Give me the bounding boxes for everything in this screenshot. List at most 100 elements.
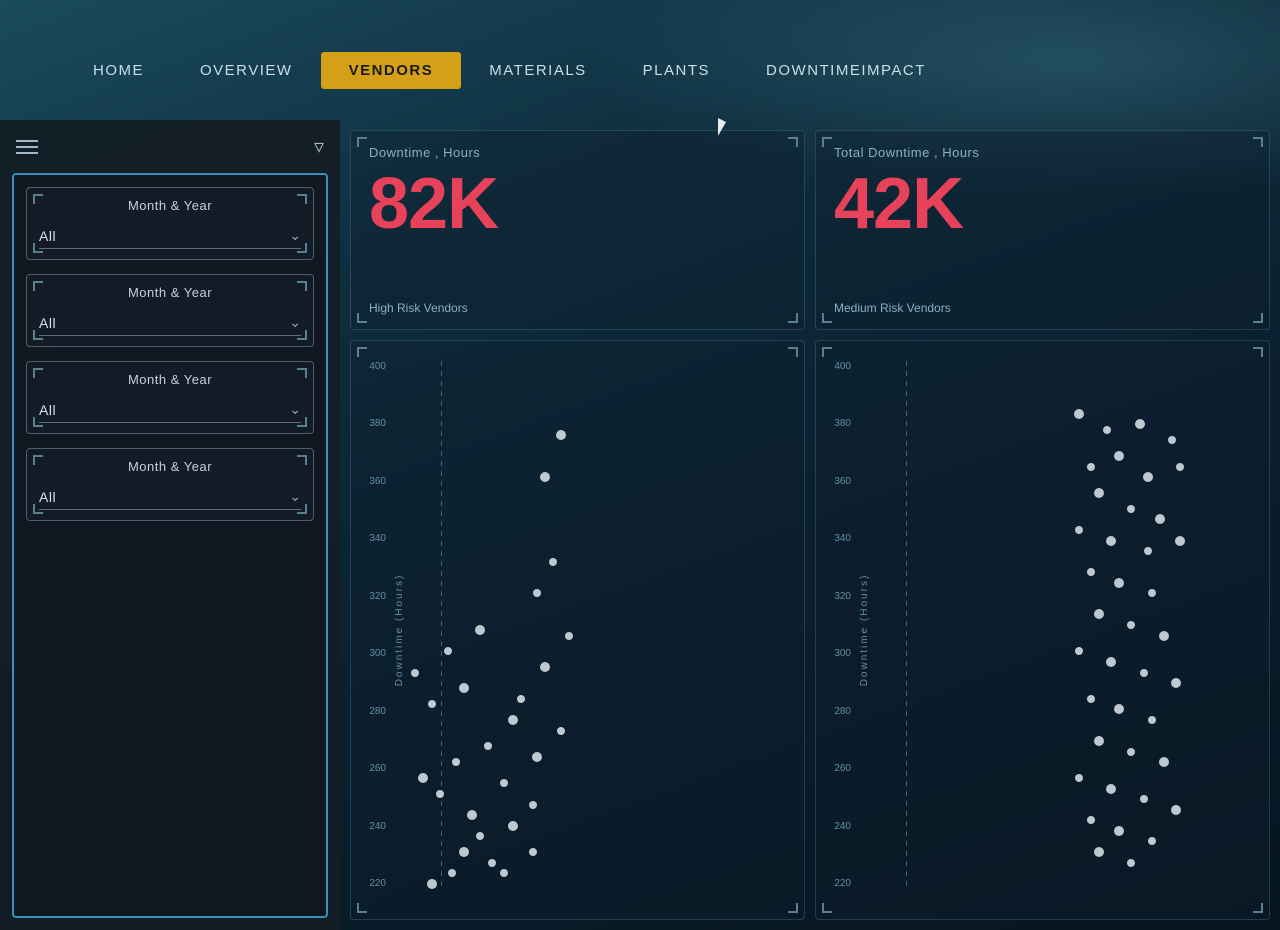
scatter-plot-area	[391, 361, 796, 889]
scatter-dot	[500, 869, 508, 877]
scatter-dot	[476, 832, 484, 840]
corner-decoration	[357, 137, 367, 147]
scatter-dot	[1159, 757, 1169, 767]
nav-vendors[interactable]: Vendors	[321, 52, 462, 89]
scatter-dot	[1148, 589, 1156, 597]
scatter-dot	[557, 727, 565, 735]
scatter-dot	[488, 859, 496, 867]
nav-overview[interactable]: Overview	[172, 52, 321, 89]
chevron-down-icon-3: ⌄	[289, 401, 301, 418]
scatter-dot	[1171, 678, 1181, 688]
scatter-dot	[418, 773, 428, 783]
filter-label-4: Month & Year	[39, 459, 301, 474]
filter-value-3: All	[39, 402, 56, 418]
hamburger-button[interactable]	[16, 140, 38, 154]
filter-label-1: Month & Year	[39, 198, 301, 213]
scatter-plot-area	[856, 361, 1261, 889]
stat-sublabel-2: Medium Risk Vendors	[834, 301, 951, 315]
filter-select-1[interactable]: All ⌄	[39, 223, 301, 249]
scatter-dot	[448, 869, 456, 877]
corner-decoration	[788, 903, 798, 913]
scatter-dot	[500, 779, 508, 787]
filter-panel: Month & Year All ⌄ Month & Year All ⌄ Mo…	[12, 173, 328, 918]
corner-decoration	[1253, 903, 1263, 913]
nav-plants[interactable]: Plants	[615, 52, 738, 89]
scatter-dot	[467, 810, 477, 820]
corner-decoration	[33, 243, 43, 253]
scatter-dot	[1106, 784, 1116, 794]
corner-decoration	[822, 313, 832, 323]
corner-decoration	[297, 194, 307, 204]
filter-box-2: Month & Year All ⌄	[26, 274, 314, 347]
nav-materials[interactable]: Materials	[461, 52, 614, 89]
nav-home[interactable]: Home	[65, 52, 172, 89]
corner-decoration	[1253, 137, 1263, 147]
corner-decoration	[297, 368, 307, 378]
scatter-dot	[517, 695, 525, 703]
scatter-dot	[1148, 837, 1156, 845]
scatter-dot	[508, 715, 518, 725]
scatter-dot	[459, 847, 469, 857]
scatter-dot	[532, 752, 542, 762]
filter-label-2: Month & Year	[39, 285, 301, 300]
filter-select-3[interactable]: All ⌄	[39, 397, 301, 423]
nav-downtime-impact[interactable]: DowntimeImpact	[738, 52, 954, 89]
scatter-dot	[428, 700, 436, 708]
scatter-dot	[1171, 805, 1181, 815]
scatter-dot	[1114, 578, 1124, 588]
filter-box-4: Month & Year All ⌄	[26, 448, 314, 521]
filter-select-2[interactable]: All ⌄	[39, 310, 301, 336]
scatter-dot	[1135, 419, 1145, 429]
corner-decoration	[788, 313, 798, 323]
scatter-dot	[1087, 816, 1095, 824]
scatter-dot	[1140, 795, 1148, 803]
scatter-dot	[1176, 463, 1184, 471]
chart-card-1: 400380360340320300280260240220Downtime (…	[350, 340, 805, 920]
chevron-down-icon-4: ⌄	[289, 488, 301, 505]
scatter-dot	[1114, 451, 1124, 461]
scatter-dot	[1106, 657, 1116, 667]
scatter-dot	[1075, 647, 1083, 655]
sidebar-header: ▿	[0, 120, 340, 173]
corner-decoration	[33, 417, 43, 427]
scatter-dot	[540, 472, 550, 482]
scatter-dot	[529, 848, 537, 856]
corner-decoration	[822, 903, 832, 913]
corner-decoration	[297, 417, 307, 427]
y-axis: 400380360340320300280260240220	[351, 361, 391, 889]
corner-decoration	[822, 347, 832, 357]
stat-value-1: 82K	[369, 168, 786, 240]
scatter-dot	[1140, 669, 1148, 677]
scatter-dot	[452, 758, 460, 766]
filter-value-4: All	[39, 489, 56, 505]
scatter-dot	[459, 683, 469, 693]
corner-decoration	[33, 281, 43, 291]
scatter-dot	[508, 821, 518, 831]
stat-sublabel-1: High Risk Vendors	[369, 301, 468, 315]
filter-box-1: Month & Year All ⌄	[26, 187, 314, 260]
filter-value-2: All	[39, 315, 56, 331]
chevron-down-icon-2: ⌄	[289, 314, 301, 331]
scatter-dot	[427, 879, 437, 889]
corner-decoration	[822, 137, 832, 147]
corner-decoration	[297, 330, 307, 340]
scatter-dot	[1127, 505, 1135, 513]
scatter-dot	[1144, 547, 1152, 555]
charts-row: 400380360340320300280260240220Downtime (…	[350, 340, 1270, 920]
scatter-dot	[1159, 631, 1169, 641]
filter-select-4[interactable]: All ⌄	[39, 484, 301, 510]
chart-card-2: 400380360340320300280260240220Downtime (…	[815, 340, 1270, 920]
filter-label-3: Month & Year	[39, 372, 301, 387]
scatter-dot	[475, 625, 485, 635]
scatter-dot	[1075, 526, 1083, 534]
stat-card-1: Downtime , Hours 82K High Risk Vendors	[350, 130, 805, 330]
corner-decoration	[297, 504, 307, 514]
corner-decoration	[1253, 313, 1263, 323]
scatter-dot	[1094, 847, 1104, 857]
scatter-dot	[1127, 859, 1135, 867]
scatter-dot	[565, 632, 573, 640]
filter-button[interactable]: ▿	[314, 134, 324, 159]
filter-box-3: Month & Year All ⌄	[26, 361, 314, 434]
stats-row: Downtime , Hours 82K High Risk Vendors T…	[350, 130, 1270, 330]
scatter-dot	[1143, 472, 1153, 482]
